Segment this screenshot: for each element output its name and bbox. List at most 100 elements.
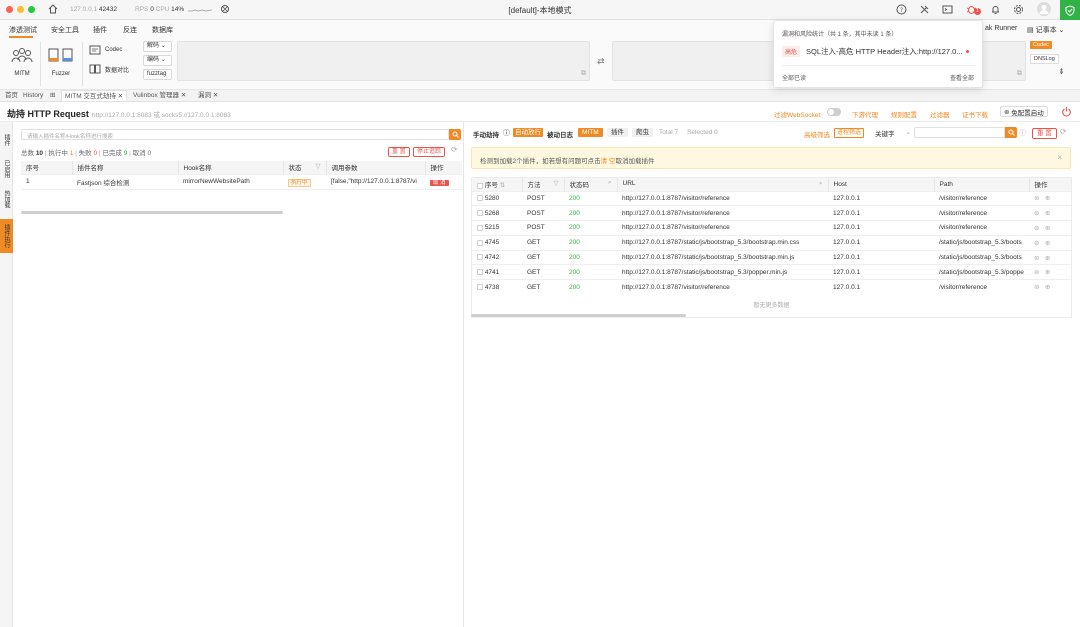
close-icon[interactable]: ✕ (181, 92, 186, 99)
sidebar-item-hotload[interactable]: 热加载 (0, 186, 13, 211)
arrow-right-icon[interactable]: ⊕ (1045, 255, 1050, 262)
menu-tab-security-tools[interactable]: 安全工具 (51, 25, 79, 35)
table-row[interactable]: 5215 POST 200 http://127.0.0.1:8787/visitor… (472, 220, 1071, 236)
source-tag-crawler[interactable]: 爬虫 (632, 128, 653, 137)
view-all-button[interactable]: 查看全部 (950, 73, 974, 82)
tab-home[interactable]: 首页 (2, 90, 21, 101)
refresh-icon[interactable]: ⟳ (451, 145, 458, 154)
search-icon[interactable]: ⌕ (819, 180, 823, 188)
view-icon[interactable]: ⊜ (1034, 269, 1039, 276)
search-icon[interactable] (449, 129, 461, 140)
sort-icon[interactable]: ⇟ (1058, 67, 1065, 76)
fuzztag-button[interactable]: fuzztag (143, 69, 172, 80)
codec-tool[interactable]: Codec (89, 45, 122, 55)
row-checkbox[interactable] (477, 195, 483, 202)
swap-icon[interactable]: ⇄ (597, 56, 605, 67)
sidebar-item-enabled[interactable]: 已启用 (0, 156, 13, 181)
downstream-proxy-link[interactable]: 下游代理 (852, 109, 878, 119)
rules-config-link[interactable]: 规则配置 (891, 109, 917, 119)
stop-all-button[interactable]: 停止追踪 (413, 147, 446, 157)
row-checkbox[interactable] (477, 254, 483, 261)
avatar[interactable] (1037, 2, 1051, 16)
filter-icon[interactable]: ▽ (316, 162, 321, 170)
cert-download-link[interactable]: 证书下载 (962, 109, 988, 119)
tools-icon[interactable] (919, 4, 930, 17)
search-icon[interactable] (1005, 127, 1017, 138)
encode-select[interactable]: 编码 ⌄ (143, 55, 172, 66)
row-checkbox[interactable] (477, 239, 483, 246)
advanced-filter-link[interactable]: 高级筛选 (804, 129, 830, 139)
menu-tab-pentest[interactable]: 渗透测试 (9, 25, 37, 35)
table-row[interactable]: 5280 POST 200 http://127.0.0.1:8787/visitor… (472, 190, 1071, 206)
view-icon[interactable]: ⊜ (1034, 240, 1039, 247)
table-row[interactable]: 4745 GET 200 http://127.0.0.1:8787/static/j… (472, 234, 1071, 251)
process-filter-button[interactable]: 进程筛选 (834, 128, 865, 138)
horizontal-scrollbar[interactable] (471, 314, 686, 317)
close-window-button[interactable] (6, 6, 13, 13)
view-icon[interactable]: ⊜ (1034, 284, 1039, 291)
tab-mitm[interactable]: MITM 交互式劫持 ✕ (61, 90, 128, 101)
copy-icon[interactable]: ⧉ (581, 70, 586, 78)
row-checkbox[interactable] (477, 224, 483, 231)
search-icon[interactable]: ⌕ (608, 179, 612, 187)
table-row[interactable]: 5268 POST 200 http://127.0.0.1:8787/visitor… (472, 205, 1071, 221)
bug-icon[interactable] (220, 4, 230, 16)
gear-icon[interactable] (1013, 4, 1024, 17)
arrow-right-icon[interactable]: ⊕ (1045, 284, 1050, 291)
keyword-search-input[interactable] (914, 127, 1005, 138)
refresh-icon[interactable]: ⟳ (1060, 127, 1067, 136)
free-config-start-button[interactable]: ⊛ 免配置启动 (1000, 106, 1048, 117)
fuzzer-tool[interactable]: Fuzzer (46, 47, 76, 77)
horizontal-scrollbar[interactable] (21, 210, 283, 214)
menu-tab-reverse[interactable]: 反连 (123, 25, 137, 35)
arrow-right-icon[interactable]: ⊕ (1045, 210, 1050, 217)
close-icon[interactable]: × (1057, 153, 1062, 162)
sort-icon[interactable]: ⇅ (500, 182, 505, 189)
cancel-exec-button[interactable]: 取 消 (430, 179, 449, 186)
shield-check-icon[interactable] (1060, 0, 1080, 20)
codec-input-editor[interactable]: ⧉ (177, 41, 590, 81)
menu-tab-plugins[interactable]: 插件 (93, 25, 107, 35)
copy-icon[interactable]: ⧉ (1017, 70, 1022, 78)
arrow-right-icon[interactable]: ⊕ (1045, 225, 1050, 232)
view-icon[interactable]: ⊜ (1034, 195, 1039, 202)
passive-log-option[interactable]: 被动日志 (547, 129, 573, 139)
help-icon[interactable]: ? (896, 4, 907, 17)
sidebar-item-plugin-exec[interactable]: 插件执行 (0, 219, 13, 253)
table-row[interactable]: 4738 GET 200 http://127.0.0.1:8787/visitor/… (472, 279, 1071, 295)
codec-chip[interactable]: Codec (1030, 41, 1052, 49)
table-row[interactable]: 4741 GET 200 http://127.0.0.1:8787/static/j… (472, 264, 1071, 280)
reset-button[interactable]: 重 置 (1032, 128, 1057, 139)
mitm-tool[interactable]: MITM (10, 47, 34, 77)
terminal-icon[interactable] (942, 4, 953, 17)
tab-history[interactable]: History (20, 90, 46, 101)
close-icon[interactable]: ✕ (118, 93, 123, 100)
help-icon[interactable]: ⓘ (1019, 128, 1026, 138)
table-row[interactable]: 4742 GET 200 http://127.0.0.1:8787/static/j… (472, 249, 1071, 265)
notebook-button[interactable]: ▤ 记事本 ⌄ (1027, 25, 1064, 35)
view-icon[interactable]: ⊜ (1034, 255, 1039, 262)
plugin-search-input[interactable]: 请输入插件名称/Hook名称进行搜索 (21, 129, 449, 140)
minimize-window-button[interactable] (17, 6, 24, 13)
tab-grid-icon[interactable]: ⊞ (47, 90, 58, 101)
mark-all-read-button[interactable]: 全部已读 (782, 73, 806, 82)
filter-icon[interactable]: ▽ (554, 179, 559, 187)
decode-select[interactable]: 解码 ⌄ (143, 41, 172, 52)
dnslog-chip[interactable]: DNSLog (1030, 54, 1059, 64)
source-tag-mitm[interactable]: MITM (578, 128, 603, 137)
view-icon[interactable]: ⊜ (1034, 210, 1039, 217)
clear-plugins-link[interactable]: 清 空 (601, 158, 616, 165)
power-icon[interactable] (1061, 106, 1072, 119)
filter-websocket-toggle[interactable] (827, 108, 841, 116)
close-icon[interactable]: ✕ (213, 92, 218, 99)
filter-link[interactable]: 过滤器 (930, 109, 950, 119)
tab-vulinbox[interactable]: Vulinbox 管理器 ✕ (130, 90, 189, 101)
bell-icon[interactable] (990, 4, 1001, 17)
row-checkbox[interactable] (477, 284, 483, 291)
select-all-checkbox[interactable] (477, 182, 483, 189)
auto-pass-option[interactable]: 自动放行 (513, 128, 543, 137)
menu-tab-runner[interactable]: ak Runner (985, 25, 1017, 32)
row-checkbox[interactable] (477, 269, 483, 276)
compare-tool[interactable]: 数据对比 (89, 64, 129, 74)
row-checkbox[interactable] (477, 209, 483, 216)
